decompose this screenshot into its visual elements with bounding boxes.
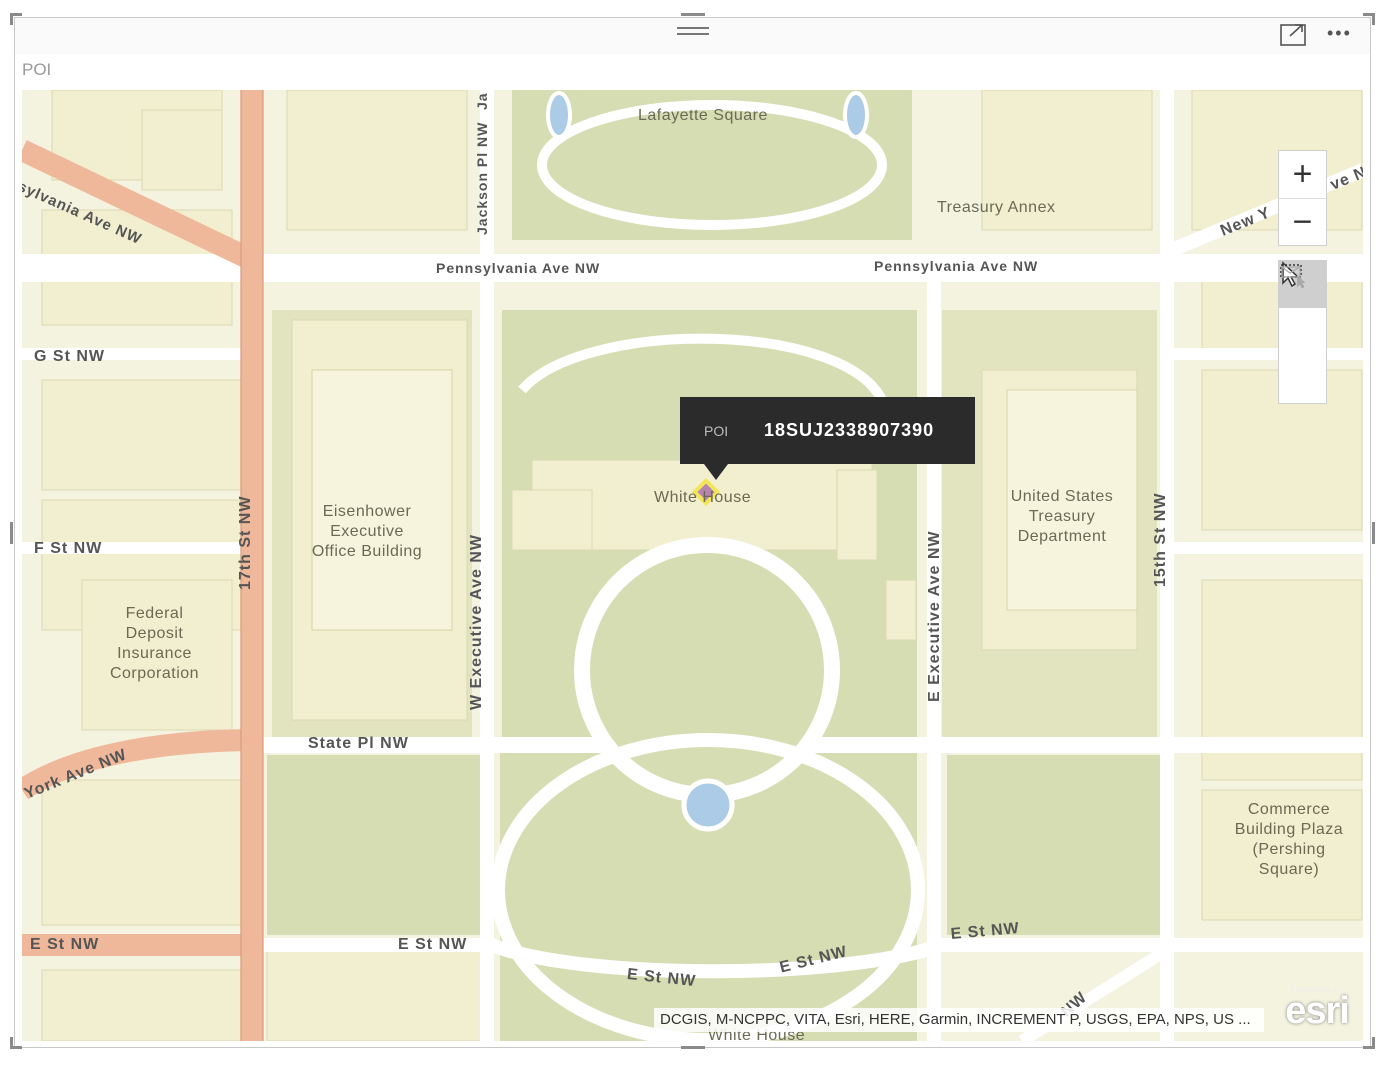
label-f-st: F St NW: [34, 540, 103, 557]
resize-handle-tl-v[interactable]: [10, 13, 13, 25]
tooltip-key: POI: [704, 423, 729, 439]
label-lafayette-square: Lafayette Square: [638, 107, 768, 124]
label-jackson-pl: Jackson Pl NW: [474, 121, 490, 235]
tooltip-value: 18SUJ2338907390: [764, 420, 935, 440]
label-pennsylvania-ave-e: Pennsylvania Ave NW: [874, 258, 1039, 274]
label-jackson-partial: Ja: [474, 92, 490, 110]
resize-handle-bottom[interactable]: [681, 1046, 705, 1049]
drag-grip-icon[interactable]: [677, 27, 709, 41]
zoom-in-button[interactable]: +: [1279, 151, 1326, 199]
zoom-controls: + −: [1278, 150, 1327, 246]
rectangle-select-button[interactable]: [1279, 264, 1326, 355]
resize-handle-br-v[interactable]: [1372, 1037, 1375, 1049]
resize-handle-bl-v[interactable]: [10, 1037, 13, 1049]
label-w-executive-ave: W Executive Ave NW: [468, 534, 485, 710]
label-e-executive-ave: E Executive Ave NW: [926, 530, 943, 702]
map-attribution: DCGIS, M-NCPPC, VITA, Esri, HERE, Garmin…: [654, 1008, 1264, 1032]
resize-handle-right[interactable]: [1372, 522, 1375, 544]
resize-handle-left[interactable]: [10, 522, 13, 544]
label-fdic: Federal Deposit Insurance Corporation: [109, 605, 200, 682]
tooltip-pointer: [704, 464, 728, 480]
selection-tools: [1278, 260, 1327, 404]
label-treasury-annex: Treasury Annex: [937, 199, 1056, 216]
focus-mode-icon[interactable]: [1280, 22, 1308, 48]
label-state-pl: State Pl NW: [308, 735, 409, 752]
esri-logo: POWERED BY esri: [1285, 987, 1350, 1032]
label-e-st-mid: E St NW: [398, 936, 468, 953]
label-15th-st: 15th St NW: [1152, 492, 1169, 587]
label-treasury-department: United States Treasury Department: [1010, 488, 1114, 545]
label-eisenhower: Eisenhower Executive Office Building: [311, 503, 423, 560]
label-g-st: G St NW: [34, 348, 105, 365]
label-17th-st: 17th St NW: [237, 495, 254, 590]
lasso-select-button[interactable]: [1279, 266, 1326, 402]
label-white-house: White House: [654, 489, 752, 506]
zoom-out-button[interactable]: −: [1279, 199, 1326, 246]
resize-handle-tr-v[interactable]: [1372, 13, 1375, 25]
label-e-st-west: E St NW: [30, 936, 100, 953]
lasso-select-icon: [1281, 266, 1305, 288]
visual-title: POI: [22, 60, 52, 79]
label-commerce-plaza: Commerce Building Plaza (Pershing Square): [1234, 801, 1344, 878]
label-pennsylvania-ave-w: Pennsylvania Ave NW: [436, 260, 601, 276]
poi-tooltip: POI 18SUJ2338907390: [680, 397, 975, 480]
resize-handle-top[interactable]: [681, 13, 705, 16]
map-canvas[interactable]: Lafayette Square Treasury Annex Pennsylv…: [22, 90, 1363, 1041]
more-options-icon[interactable]: •••: [1327, 24, 1359, 42]
